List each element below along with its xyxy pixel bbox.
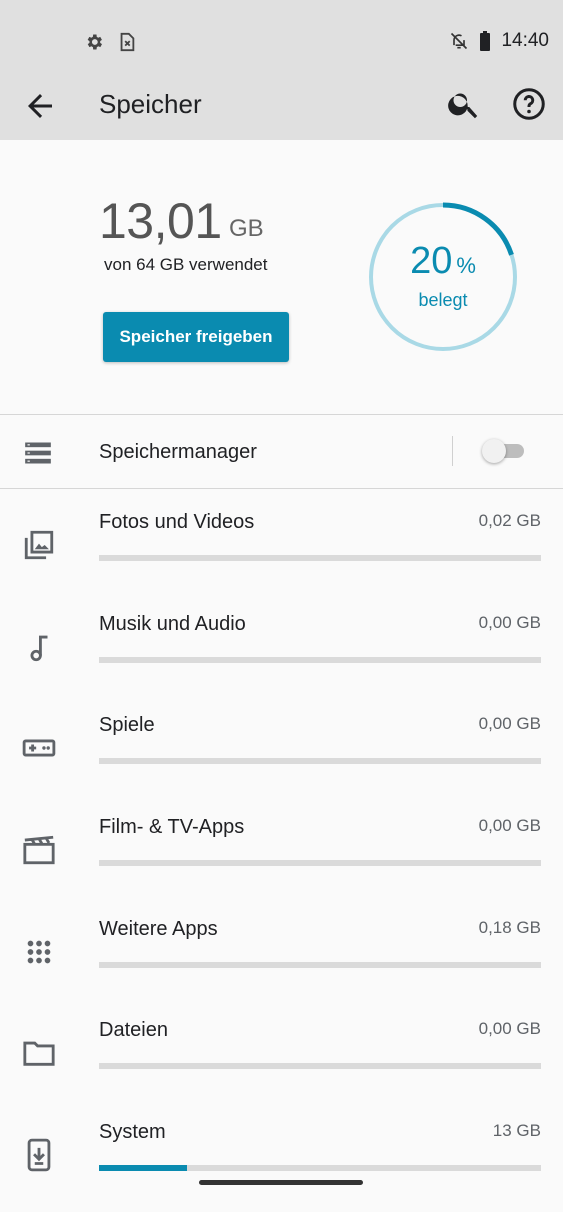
category-label: System <box>99 1121 166 1143</box>
category-label: Film- & TV-Apps <box>99 816 245 838</box>
divider <box>0 488 563 489</box>
vertical-separator <box>452 436 453 466</box>
sim-error-icon <box>120 32 135 52</box>
category-size: 0,00 GB <box>478 816 541 835</box>
battery-icon <box>480 31 491 51</box>
folder-icon <box>23 1041 55 1066</box>
help-icon[interactable] <box>511 86 547 122</box>
status-bar: 14:40 <box>0 0 563 72</box>
category-usage-bar <box>99 1063 541 1069</box>
category-usage-bar <box>99 555 541 561</box>
usage-percent: 20% <box>366 240 520 283</box>
category-usage-bar <box>99 1165 541 1171</box>
storage-manager-row[interactable]: Speichermanager <box>0 415 563 488</box>
used-storage-subtitle: von 64 GB verwendet <box>104 255 268 274</box>
photo-library-icon <box>24 530 54 560</box>
category-row-files[interactable]: Dateien 0,00 GB <box>0 1008 563 1110</box>
app-bar: Speicher <box>0 72 563 140</box>
storage-manager-label: Speichermanager <box>99 441 257 463</box>
category-label: Spiele <box>99 714 155 736</box>
free-storage-button[interactable]: Speicher freigeben <box>103 312 289 362</box>
storage-list-icon <box>25 442 51 464</box>
movie-icon <box>23 835 55 865</box>
category-usage-bar <box>99 860 541 866</box>
storage-manager-toggle[interactable] <box>482 439 526 463</box>
toggle-thumb <box>482 439 506 463</box>
category-size: 0,00 GB <box>478 714 541 733</box>
category-row-system[interactable]: System 13 GB <box>0 1110 563 1212</box>
category-usage-bar <box>99 962 541 968</box>
category-label: Weitere Apps <box>99 918 218 940</box>
category-row-games[interactable]: Spiele 0,00 GB <box>0 703 563 805</box>
page-title: Speicher <box>99 89 202 119</box>
notifications-off-icon <box>451 32 468 50</box>
used-storage-value: 13,01 <box>99 193 222 249</box>
category-size: 13 GB <box>492 1121 541 1140</box>
used-storage-unit: GB <box>229 215 264 242</box>
settings-icon <box>87 34 102 50</box>
storage-summary: 13,01 GB von 64 GB verwendet Speicher fr… <box>0 140 563 414</box>
gesture-nav-bar[interactable] <box>199 1180 363 1185</box>
category-size: 0,00 GB <box>478 613 541 632</box>
category-label: Musik und Audio <box>99 613 246 635</box>
back-arrow-icon[interactable] <box>22 88 58 124</box>
category-size: 0,02 GB <box>478 511 541 530</box>
usage-percent-symbol: % <box>456 253 476 278</box>
category-row-movies[interactable]: Film- & TV-Apps 0,00 GB <box>0 805 563 907</box>
category-usage-bar <box>99 657 541 663</box>
usage-percent-value: 20 <box>410 240 453 282</box>
category-row-other-apps[interactable]: Weitere Apps 0,18 GB <box>0 907 563 1009</box>
category-usage-fill <box>99 1165 188 1171</box>
apps-grid-icon <box>27 940 51 964</box>
usage-percent-label: belegt <box>418 290 468 310</box>
category-usage-bar <box>99 758 541 764</box>
category-size: 0,18 GB <box>478 918 541 937</box>
category-size: 0,00 GB <box>478 1019 541 1038</box>
system-update-icon <box>27 1138 51 1172</box>
category-row-music[interactable]: Musik und Audio 0,00 GB <box>0 602 563 704</box>
gamepad-icon <box>22 739 56 757</box>
search-icon[interactable] <box>446 86 482 122</box>
music-note-icon <box>30 635 48 662</box>
category-label: Fotos und Videos <box>99 511 255 533</box>
status-time: 14:40 <box>501 30 549 51</box>
category-row-photos[interactable]: Fotos und Videos 0,02 GB <box>0 500 563 602</box>
category-label: Dateien <box>99 1019 168 1041</box>
